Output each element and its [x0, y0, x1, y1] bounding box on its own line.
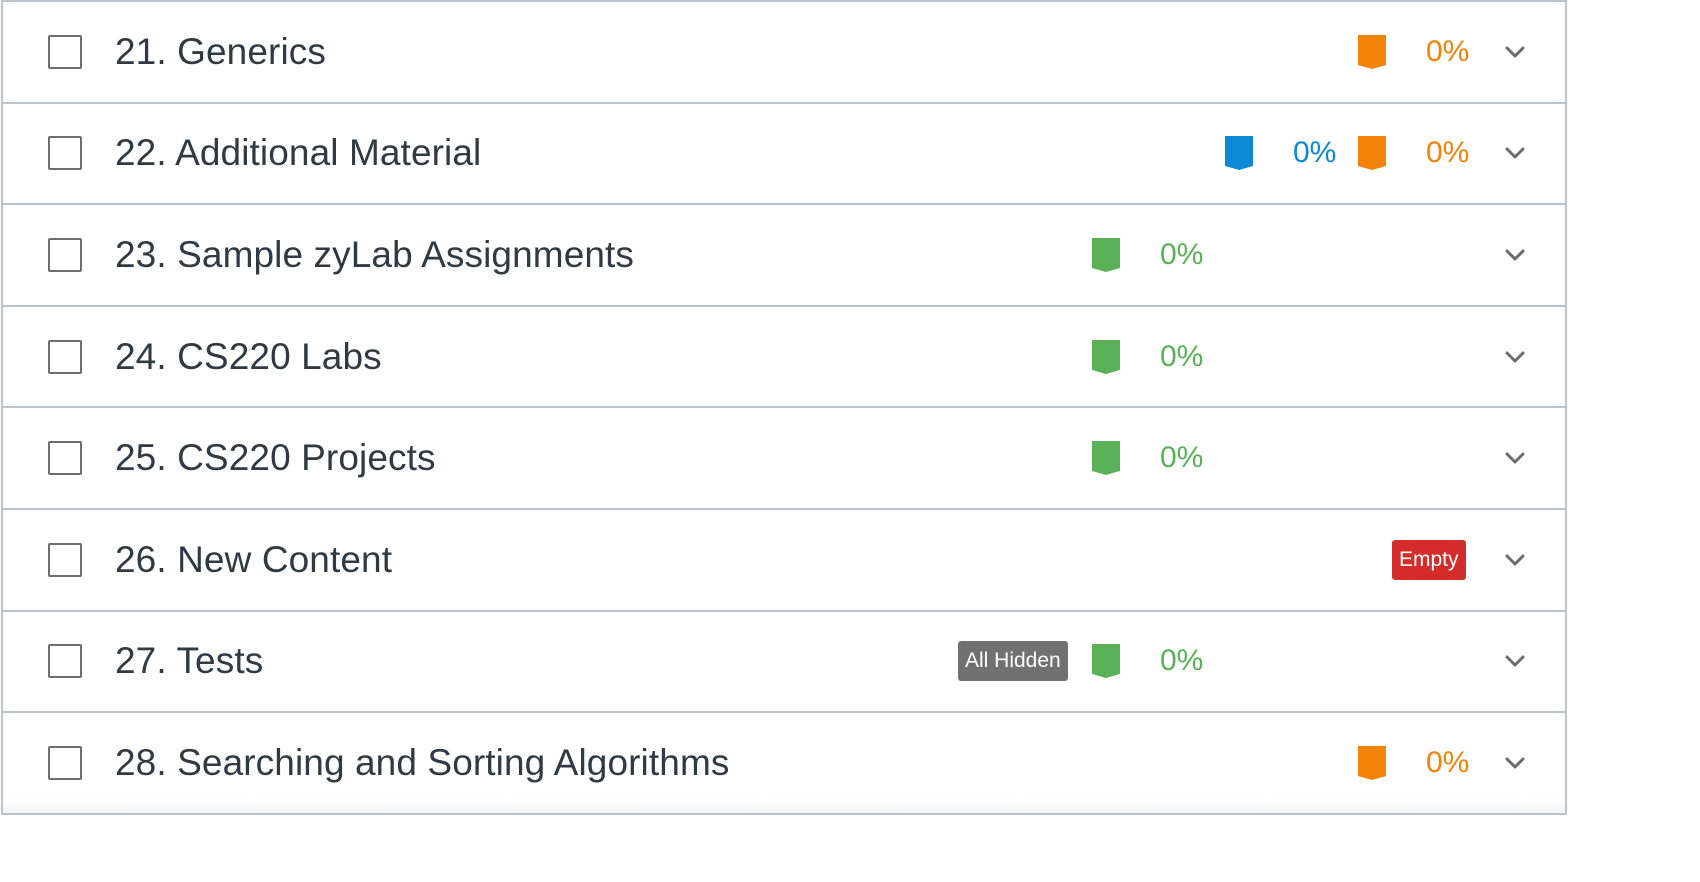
orange-bookmark-icon	[1358, 136, 1386, 171]
chapter-row[interactable]: 24. CS220 Labs 0%	[3, 306, 1565, 409]
chapter-title[interactable]: 26. New Content	[115, 539, 392, 581]
challenge-activity-percent: 0%	[1426, 136, 1470, 170]
empty-badge: Empty	[1392, 539, 1466, 580]
green-bookmark-icon	[1092, 339, 1120, 374]
chapter-list: 21. Generics 0% 22. Additional Material …	[1, 0, 1567, 815]
chapter-checkbox[interactable]	[48, 441, 82, 476]
lab-activity-percent: 0%	[1160, 237, 1204, 271]
blue-bookmark-icon	[1225, 136, 1253, 171]
chapter-row[interactable]: 23. Sample zyLab Assignments 0%	[3, 205, 1565, 307]
challenge-activity-percent: 0%	[1426, 745, 1470, 779]
chevron-down-icon[interactable]	[1501, 548, 1529, 572]
green-bookmark-icon	[1092, 441, 1120, 476]
chapter-checkbox[interactable]	[48, 34, 82, 69]
chevron-down-icon[interactable]	[1501, 40, 1529, 64]
challenge-activity-percent: 0%	[1426, 34, 1470, 68]
chapter-checkbox[interactable]	[48, 237, 82, 272]
chapter-checkbox[interactable]	[48, 644, 82, 679]
chapter-row[interactable]: 22. Additional Material 0% 0%	[3, 103, 1565, 206]
lab-activity-percent: 0%	[1160, 644, 1204, 678]
chapter-title[interactable]: 25. CS220 Projects	[115, 437, 436, 479]
chevron-down-icon[interactable]	[1501, 751, 1529, 775]
chevron-down-icon[interactable]	[1501, 649, 1529, 673]
participation-activity-percent: 0%	[1293, 136, 1337, 170]
chapter-row[interactable]: 21. Generics 0%	[3, 2, 1565, 104]
chapter-title[interactable]: 23. Sample zyLab Assignments	[115, 234, 634, 276]
chapter-row[interactable]: 28. Searching and Sorting Algorithms 0%	[3, 713, 1565, 815]
chapter-title[interactable]: 28. Searching and Sorting Algorithms	[115, 742, 729, 784]
chapter-row[interactable]: 26. New Content Empty	[3, 509, 1565, 612]
lab-activity-percent: 0%	[1160, 441, 1204, 475]
lab-activity-percent: 0%	[1160, 339, 1204, 373]
green-bookmark-icon	[1092, 237, 1120, 272]
green-bookmark-icon	[1092, 644, 1120, 679]
chapter-title[interactable]: 22. Additional Material	[115, 132, 481, 174]
chapter-title[interactable]: 24. CS220 Labs	[115, 336, 382, 378]
chevron-down-icon[interactable]	[1501, 345, 1529, 369]
chevron-down-icon[interactable]	[1501, 141, 1529, 165]
chapter-title[interactable]: 21. Generics	[115, 31, 326, 73]
chevron-down-icon[interactable]	[1501, 446, 1529, 470]
chapter-checkbox[interactable]	[48, 745, 82, 780]
chapter-checkbox[interactable]	[48, 136, 82, 171]
chapter-row[interactable]: 25. CS220 Projects 0%	[3, 408, 1565, 510]
orange-bookmark-icon	[1358, 745, 1386, 780]
chapter-row[interactable]: 27. Tests All Hidden 0%	[3, 611, 1565, 714]
chevron-down-icon[interactable]	[1501, 243, 1529, 267]
orange-bookmark-icon	[1358, 34, 1386, 69]
chapter-checkbox[interactable]	[48, 339, 82, 374]
all-hidden-badge: All Hidden	[958, 641, 1068, 682]
chapter-title[interactable]: 27. Tests	[115, 640, 263, 682]
chapter-checkbox[interactable]	[48, 542, 82, 577]
